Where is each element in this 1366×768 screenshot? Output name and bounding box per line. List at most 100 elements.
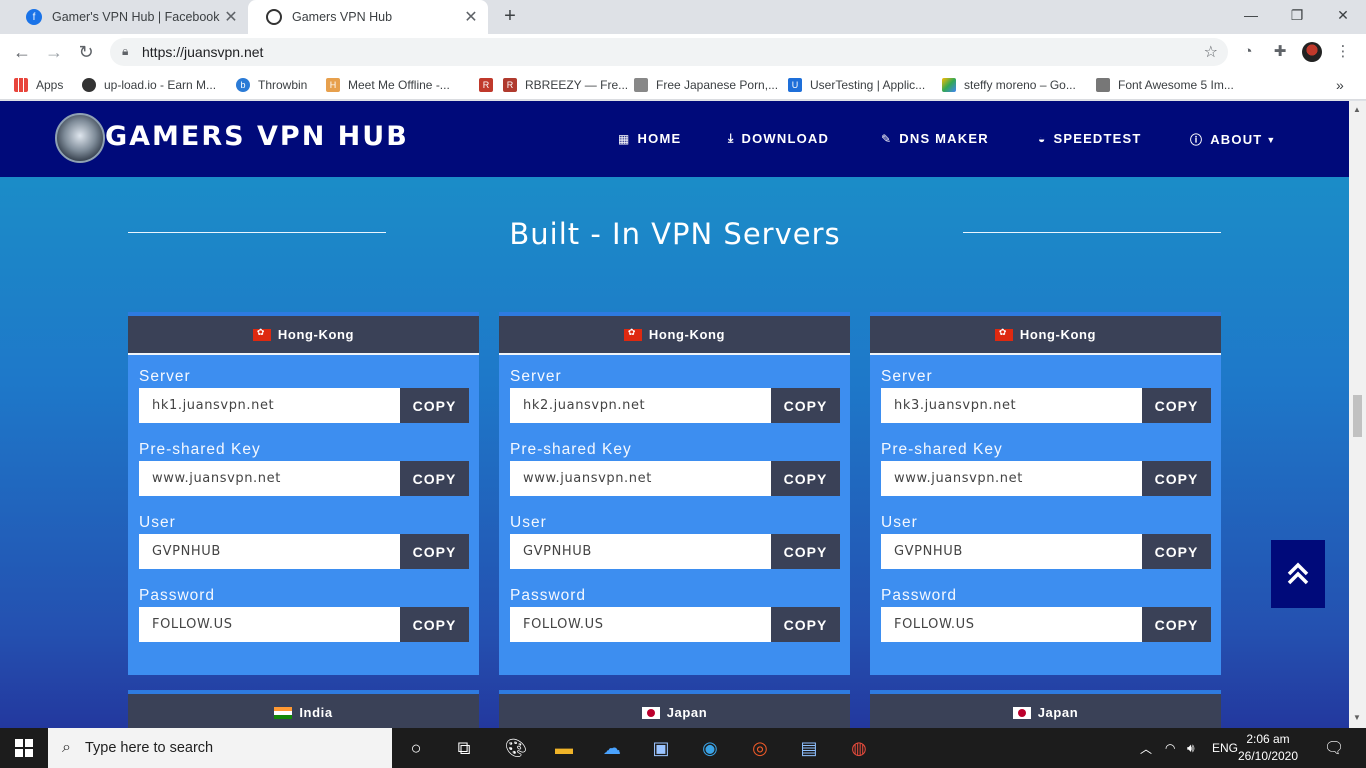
- red-app-icon[interactable]: ◎: [746, 734, 774, 762]
- taskbar-search[interactable]: ⌕ Type here to search: [48, 728, 392, 768]
- password-label: Password: [510, 587, 587, 604]
- chrome-icon[interactable]: ◍: [845, 734, 873, 762]
- bookmark-usertesting[interactable]: U UserTesting | Applic...: [788, 76, 925, 94]
- password-field[interactable]: [510, 607, 771, 642]
- network-app-icon[interactable]: ☁: [598, 734, 626, 762]
- copy-server-button[interactable]: COPY: [400, 388, 469, 423]
- grid-icon: ▦: [618, 131, 631, 146]
- bookmark-japanese[interactable]: Free Japanese Porn,...: [634, 76, 778, 94]
- nav-dns-maker[interactable]: ✎ DNS MAKER: [881, 131, 989, 146]
- back-icon[interactable]: ←: [10, 40, 34, 64]
- copy-user-button[interactable]: COPY: [771, 534, 840, 569]
- paint-app-icon[interactable]: 🎨︎: [502, 734, 530, 762]
- performance-icon[interactable]: ◔: [1238, 42, 1258, 62]
- site-brand[interactable]: GAMERS VPN HUB: [105, 121, 409, 152]
- restore-icon[interactable]: ❐: [1274, 0, 1320, 30]
- task-view-icon[interactable]: ⧉: [450, 734, 478, 762]
- menu-icon[interactable]: ⋮: [1333, 42, 1353, 62]
- nav-about[interactable]: ⓘ ABOUT ▼: [1190, 131, 1277, 148]
- server-field[interactable]: [881, 388, 1142, 423]
- password-label: Password: [881, 587, 958, 604]
- scrollbar-thumb[interactable]: [1353, 395, 1362, 437]
- bookmark-steffy[interactable]: steffy moreno – Go...: [942, 76, 1076, 94]
- lock-icon: 🔒︎: [122, 44, 129, 58]
- server-card: Japan: [870, 690, 1221, 728]
- reload-icon[interactable]: ↻: [74, 40, 98, 64]
- forward-icon[interactable]: →: [42, 40, 66, 64]
- address-bar[interactable]: 🔒︎ https://juansvpn.net ☆: [110, 38, 1228, 66]
- copy-psk-button[interactable]: COPY: [1142, 461, 1211, 496]
- bookmark-label: Throwbin: [258, 78, 308, 92]
- nav-label: DOWNLOAD: [741, 131, 830, 146]
- bookmark-r[interactable]: R: [479, 76, 501, 94]
- edge-icon[interactable]: ◉: [696, 734, 724, 762]
- server-label: Server: [881, 368, 933, 385]
- server-field[interactable]: [510, 388, 771, 423]
- bookmark-label: Font Awesome 5 Im...: [1118, 78, 1234, 92]
- copy-password-button[interactable]: COPY: [771, 607, 840, 642]
- taskbar-clock[interactable]: 2:06 am 26/10/2020: [1236, 731, 1300, 765]
- new-tab-icon[interactable]: +: [498, 4, 522, 28]
- page-favicon-icon: [634, 78, 648, 92]
- bookmark-label: UserTesting | Applic...: [810, 78, 926, 92]
- bookmark-apps[interactable]: Apps: [14, 76, 63, 94]
- throwbin-favicon-icon: b: [236, 78, 250, 92]
- wifi-icon[interactable]: ◠: [1165, 728, 1175, 768]
- language-indicator[interactable]: ENG: [1212, 728, 1238, 768]
- copy-password-button[interactable]: COPY: [1142, 607, 1211, 642]
- scroll-down-icon[interactable]: ▼: [1353, 713, 1361, 722]
- copy-server-button[interactable]: COPY: [771, 388, 840, 423]
- start-button[interactable]: [0, 728, 48, 768]
- user-field[interactable]: [881, 534, 1142, 569]
- copy-user-button[interactable]: COPY: [1142, 534, 1211, 569]
- bookmark-upload[interactable]: up-load.io - Earn M...: [82, 76, 216, 94]
- password-field[interactable]: [881, 607, 1142, 642]
- copy-psk-button[interactable]: COPY: [771, 461, 840, 496]
- bookmark-star-icon[interactable]: ☆: [1204, 42, 1218, 62]
- url-text[interactable]: https://juansvpn.net: [142, 44, 263, 60]
- bookmark-fontawesome[interactable]: Font Awesome 5 Im...: [1096, 76, 1234, 94]
- show-hidden-icons-icon[interactable]: ︿: [1140, 728, 1152, 768]
- bookmark-meetme[interactable]: H Meet Me Offline -...: [326, 76, 450, 94]
- scroll-up-icon[interactable]: ▲: [1353, 105, 1361, 114]
- extensions-icon[interactable]: ✚: [1270, 42, 1290, 62]
- page-scrollbar[interactable]: ▲ ▼: [1349, 101, 1366, 728]
- caret-down-icon: ▼: [1266, 134, 1277, 145]
- user-field[interactable]: [510, 534, 771, 569]
- close-tab-icon[interactable]: ✕: [220, 7, 242, 27]
- close-window-icon[interactable]: ✕: [1320, 0, 1366, 30]
- computer-app-icon[interactable]: ▣: [647, 734, 675, 762]
- back-to-top-button[interactable]: [1271, 540, 1325, 608]
- file-explorer-icon[interactable]: ▬: [550, 734, 578, 762]
- nav-speedtest[interactable]: ◒ SPEEDTEST: [1038, 131, 1142, 146]
- copy-server-button[interactable]: COPY: [1142, 388, 1211, 423]
- bookmark-throwbin[interactable]: b Throwbin: [236, 76, 307, 94]
- notifications-icon[interactable]: 🗨︎: [1324, 728, 1344, 768]
- search-icon: ⌕: [62, 739, 71, 756]
- psk-field[interactable]: [881, 461, 1142, 496]
- nav-download[interactable]: ⤓ DOWNLOAD: [728, 131, 829, 146]
- copy-user-button[interactable]: COPY: [400, 534, 469, 569]
- bookmark-rbreezy[interactable]: R RBREEZY — Fre...: [503, 76, 628, 94]
- volume-icon[interactable]: 🔊︎: [1187, 728, 1195, 768]
- password-field[interactable]: [139, 607, 400, 642]
- page-viewport: GAMERS VPN HUB ▦ HOME ⤓ DOWNLOAD ✎ DNS M…: [0, 101, 1349, 728]
- copy-psk-button[interactable]: COPY: [400, 461, 469, 496]
- copy-password-button[interactable]: COPY: [400, 607, 469, 642]
- profile-avatar[interactable]: [1302, 42, 1322, 62]
- close-tab-icon[interactable]: ✕: [460, 7, 482, 27]
- server-field[interactable]: [139, 388, 400, 423]
- more-bookmarks-icon[interactable]: »: [1336, 76, 1344, 94]
- minimize-icon[interactable]: —: [1228, 0, 1274, 30]
- nav-home[interactable]: ▦ HOME: [618, 131, 681, 146]
- document-app-icon[interactable]: ▤: [795, 734, 823, 762]
- card-header: Hong-Kong: [499, 316, 850, 355]
- psk-field[interactable]: [510, 461, 771, 496]
- cortana-icon[interactable]: ○: [402, 734, 430, 762]
- site-logo[interactable]: [55, 113, 105, 163]
- tab-gamers-vpn-hub[interactable]: Gamers VPN Hub ✕: [248, 0, 488, 34]
- tab-facebook[interactable]: f Gamer's VPN Hub | Facebook ✕: [8, 0, 248, 34]
- psk-field[interactable]: [139, 461, 400, 496]
- user-field[interactable]: [139, 534, 400, 569]
- info-icon: ⓘ: [1190, 133, 1204, 147]
